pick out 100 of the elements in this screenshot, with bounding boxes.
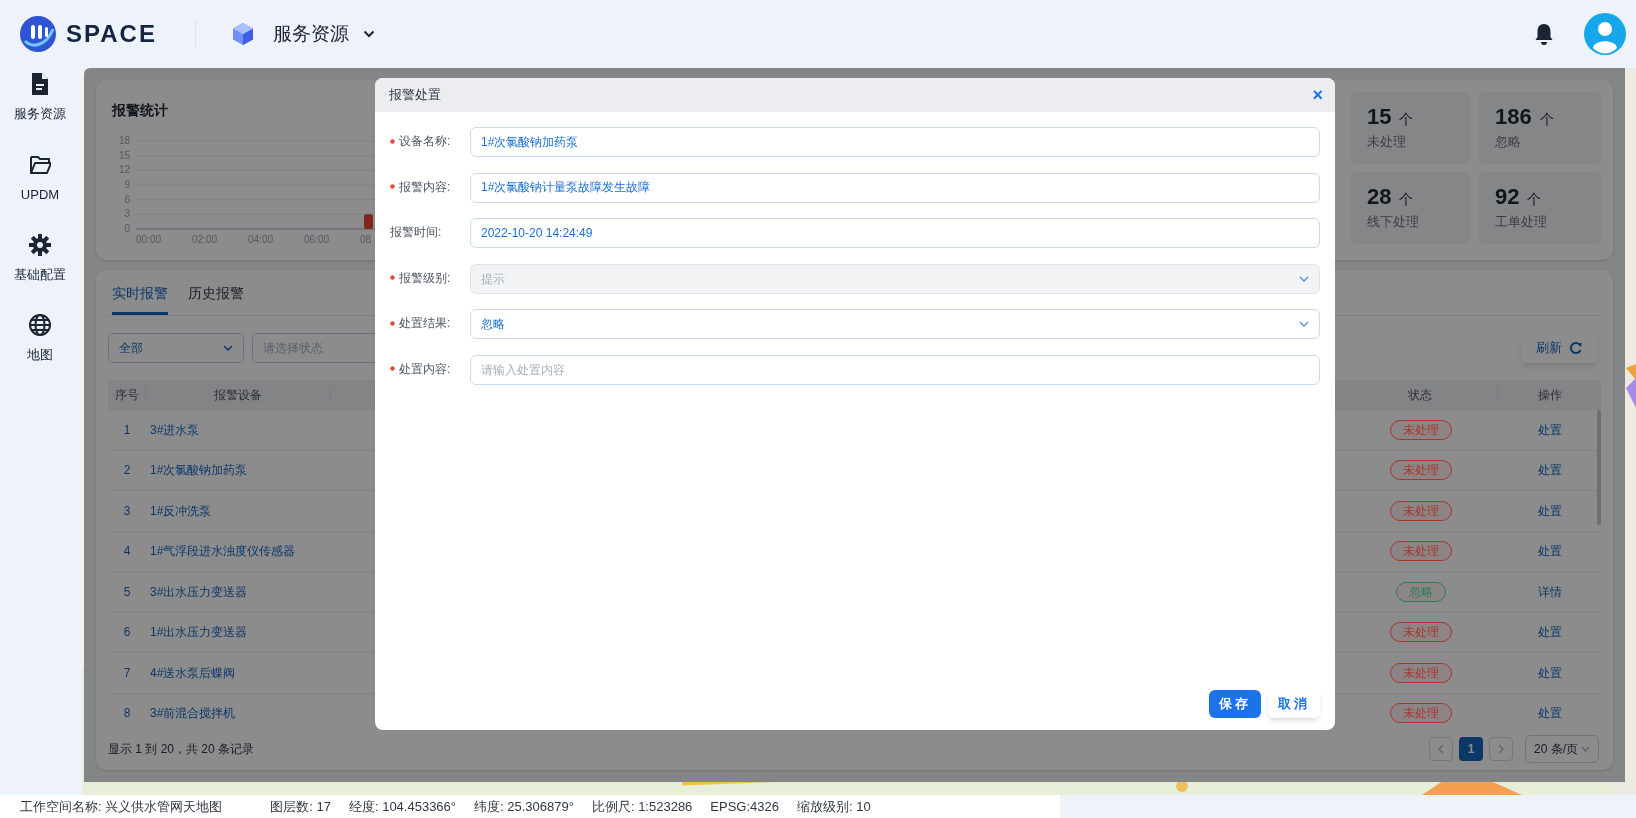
x-tick-label: 04:00	[248, 234, 274, 246]
action-link[interactable]: 处置	[1537, 501, 1562, 520]
action-link[interactable]: 详情	[1537, 582, 1562, 601]
input-field[interactable]: 2022-10-20 14:24:49	[470, 218, 1320, 248]
folder-icon	[29, 153, 51, 177]
column-header: 序号	[108, 386, 146, 404]
globe-icon	[29, 313, 51, 337]
logo-icon	[19, 15, 57, 53]
module-switcher[interactable]: 服务资源	[272, 19, 375, 49]
page-button[interactable]: 1	[1459, 737, 1483, 761]
table-cell-text: 4	[122, 543, 132, 561]
device-link[interactable]: 3#前混合搅拌机	[146, 704, 331, 723]
select-field[interactable]: 忽略	[470, 309, 1320, 339]
input-field[interactable]: 请输入处置内容	[470, 354, 1320, 385]
stat-label: 未处理	[1367, 133, 1407, 151]
table-cell-text: 2	[122, 462, 132, 480]
column-header: 状态	[1343, 386, 1498, 404]
table-cell-text: 8	[122, 705, 132, 723]
stat-label: 线下处理	[1367, 213, 1420, 231]
action-link[interactable]: 处置	[1537, 663, 1562, 682]
field-label: 处置内容:	[399, 360, 451, 378]
table-cell-text: 7	[122, 664, 132, 682]
status-tag: 未处理	[1389, 703, 1452, 724]
status-tag: 未处理	[1389, 419, 1452, 440]
input-field[interactable]: 1#次氯酸钠计量泵故障发生故障	[470, 172, 1320, 203]
chevron-down-icon	[1299, 321, 1309, 327]
field-label: 处置结果:	[399, 315, 451, 332]
tab[interactable]: 历史报警	[188, 269, 244, 315]
document-icon	[29, 72, 51, 96]
stat-value: 28	[1367, 184, 1392, 210]
sidebar-item[interactable]: 服务资源	[2, 68, 78, 148]
column-header: 操作	[1536, 387, 1563, 404]
close-button[interactable]: ×	[1312, 86, 1323, 104]
status-text: 比例尺: 1:523286	[591, 797, 693, 816]
status-tag: 未处理	[1389, 460, 1452, 481]
previous-page-button[interactable]	[1429, 737, 1453, 761]
chevron-left-icon	[1438, 744, 1444, 754]
level-select[interactable]: 全部	[108, 333, 244, 363]
device-link[interactable]: 1#出水压力变送器	[146, 623, 331, 642]
stat-unit: 个	[1399, 110, 1414, 129]
device-link[interactable]: 3#出水压力变送器	[146, 582, 331, 601]
action-link[interactable]: 处置	[1537, 623, 1562, 642]
refresh-button[interactable]: 刷新	[1521, 333, 1597, 363]
status-text: 图层数: 17	[270, 797, 331, 816]
stat-unit: 个	[1399, 190, 1414, 209]
cube-icon	[230, 22, 255, 46]
stat-unit: 个	[1539, 110, 1554, 129]
chevron-down-icon	[1581, 746, 1590, 752]
sidebar-item[interactable]: 基础配置	[2, 228, 78, 308]
scrollbar[interactable]	[1597, 410, 1601, 525]
chevron-down-icon	[223, 345, 233, 351]
stat-value: 186	[1495, 104, 1532, 130]
save-button[interactable]: 保存	[1209, 690, 1261, 718]
input-field[interactable]: 1#次氯酸钠加药泵	[470, 127, 1320, 157]
device-link[interactable]: 1#气浮段进水浊度仪传感器	[146, 542, 331, 561]
chevron-down-icon	[1299, 275, 1309, 282]
device-link[interactable]: 4#送水泵后蝶阀	[146, 663, 331, 682]
stat-label: 工单处理	[1495, 213, 1548, 231]
field-label: 设备名称:	[399, 133, 451, 150]
page-size-select[interactable]: 20 条/页	[1525, 735, 1599, 763]
status-text: 经度: 104.453366°	[348, 797, 457, 816]
table-cell-text: 5	[122, 583, 132, 601]
status-tag: 未处理	[1389, 662, 1452, 683]
cancel-button[interactable]: 取消	[1268, 690, 1320, 718]
stat-unit: 个	[1527, 190, 1542, 209]
action-link[interactable]: 处置	[1537, 461, 1562, 480]
status-text: 工作空间名称: 兴义供水管网天地图	[20, 797, 223, 816]
status-tag: 未处理	[1389, 500, 1452, 521]
y-tick-label: 3	[123, 208, 130, 221]
sidebar-item[interactable]: 地图	[2, 308, 78, 388]
field-label: 报警内容:	[399, 178, 451, 196]
action-link[interactable]: 处置	[1537, 542, 1562, 561]
status-tag: 未处理	[1389, 541, 1452, 562]
table-cell-text: 1	[122, 421, 132, 439]
chevron-down-icon	[362, 30, 375, 38]
brand-name: SPACE	[66, 19, 157, 49]
device-link[interactable]: 3#进水泵	[146, 420, 331, 439]
chart-bar	[364, 214, 373, 229]
refresh-icon	[1570, 342, 1582, 354]
table-cell-text: 3	[122, 502, 132, 520]
column-header: 报警设备	[146, 386, 331, 404]
stat-label: 忽略	[1495, 133, 1522, 151]
status-text: 缩放级别: 10	[797, 797, 871, 816]
status-text: EPSG:4326	[710, 797, 779, 816]
field-label: 报警级别:	[399, 269, 451, 287]
settings-icon	[29, 233, 51, 257]
stat-value: 92	[1495, 184, 1520, 210]
action-link[interactable]: 处置	[1537, 420, 1562, 439]
avatar-icon	[1584, 13, 1626, 55]
chevron-right-icon	[1498, 744, 1504, 754]
device-link[interactable]: 1#次氯酸钠加药泵	[146, 461, 331, 480]
dialog-title: 报警处置	[389, 86, 441, 105]
status-tag: 忽略	[1395, 581, 1446, 602]
next-page-button[interactable]	[1489, 737, 1513, 761]
action-link[interactable]: 处置	[1537, 704, 1562, 723]
select-field: 提示	[470, 263, 1320, 294]
device-link[interactable]: 1#反冲洗泵	[146, 501, 331, 520]
sidebar-item[interactable]: UPDM	[2, 148, 78, 228]
tab[interactable]: 实时报警	[112, 269, 168, 315]
bell-icon	[1534, 23, 1554, 45]
